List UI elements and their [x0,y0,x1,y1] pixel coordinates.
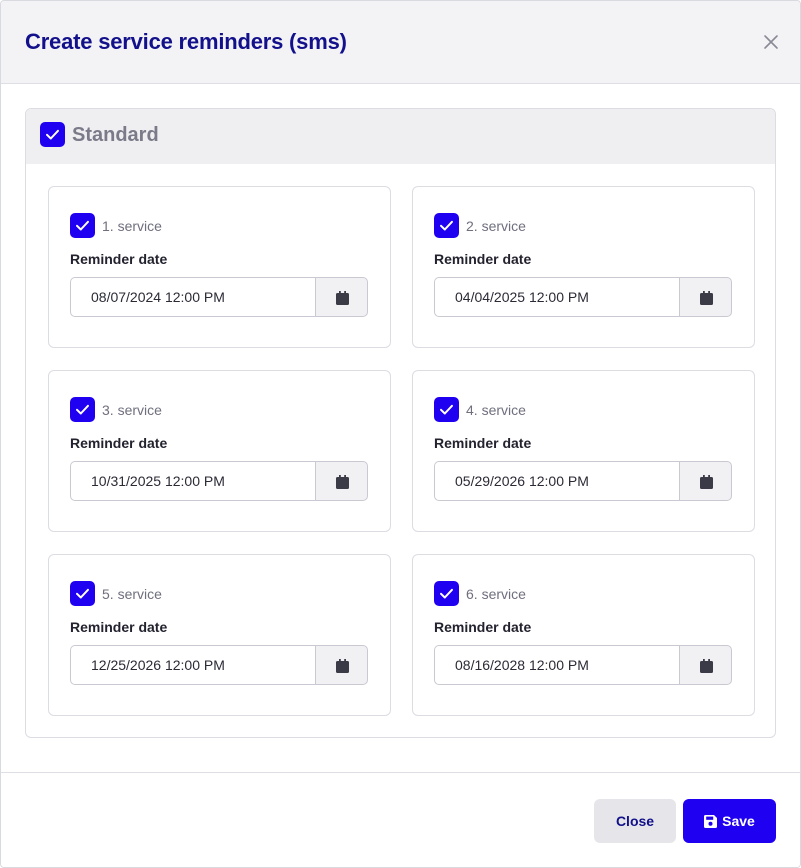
service-card-2: 2. service Reminder date [412,186,755,348]
service-card-5: 5. service Reminder date [48,554,391,716]
calendar-icon [700,659,713,673]
checkmark-icon [440,588,453,599]
checkmark-icon [440,220,453,231]
calendar-button[interactable] [679,461,732,501]
modal-footer: Close Save [1,772,800,867]
service-card-6: 6. service Reminder date [412,554,755,716]
service-label: 5. service [102,586,162,602]
reminder-date-label: Reminder date [70,435,168,451]
calendar-icon [336,291,349,305]
reminder-date-input[interactable] [434,461,679,501]
service-card-3: 3. service Reminder date [48,370,391,532]
standard-section: Standard 1. service Reminder date 08/07/… [25,108,776,738]
calendar-icon [700,475,713,489]
floppy-disk-icon [704,815,718,828]
reminder-date-input[interactable] [434,645,679,685]
reminder-date-input[interactable] [434,277,679,317]
reminder-date-input[interactable] [70,645,315,685]
service-2-checkbox[interactable] [434,213,459,238]
service-6-checkbox[interactable] [434,581,459,606]
calendar-icon [336,659,349,673]
service-3-checkbox[interactable] [70,397,95,422]
close-button[interactable]: Close [594,799,676,843]
reminder-date-label: Reminder date [70,251,168,267]
calendar-icon [700,291,713,305]
calendar-button[interactable] [315,461,368,501]
section-header: Standard [26,109,775,164]
calendar-button[interactable] [315,277,368,317]
calendar-button[interactable] [315,645,368,685]
save-button-label: Save [722,813,755,829]
reminder-date-label: Reminder date [434,435,532,451]
service-label: 3. service [102,402,162,418]
service-label: 4. service [466,402,526,418]
reminder-date-label: Reminder date [434,619,532,635]
calendar-button[interactable] [679,277,732,317]
service-4-checkbox[interactable] [434,397,459,422]
close-icon[interactable] [761,32,781,52]
checkmark-icon [76,220,89,231]
checkmark-icon [76,588,89,599]
reminder-date-input[interactable] [70,277,315,317]
save-button[interactable]: Save [683,799,776,843]
section-title: Standard [72,124,159,146]
modal-header: Create service reminders (sms) [1,1,800,84]
service-1-checkbox[interactable] [70,213,95,238]
service-card-1: 1. service Reminder date [48,186,391,348]
checkmark-icon [46,129,59,140]
calendar-button[interactable] [679,645,732,685]
service-5-checkbox[interactable] [70,581,95,606]
service-label: 1. service [102,218,162,234]
service-label: 6. service [466,586,526,602]
checkmark-icon [440,404,453,415]
service-card-4: 4. service Reminder date [412,370,755,532]
service-label: 2. service [466,218,526,234]
standard-checkbox[interactable] [40,122,65,147]
checkmark-icon [76,404,89,415]
modal-title: Create service reminders (sms) [25,29,347,54]
reminder-date-input[interactable] [70,461,315,501]
service-reminders-modal: Create service reminders (sms) Standard … [0,0,801,868]
reminder-date-label: Reminder date [434,251,532,267]
reminder-date-label: Reminder date [70,619,168,635]
calendar-icon [336,475,349,489]
